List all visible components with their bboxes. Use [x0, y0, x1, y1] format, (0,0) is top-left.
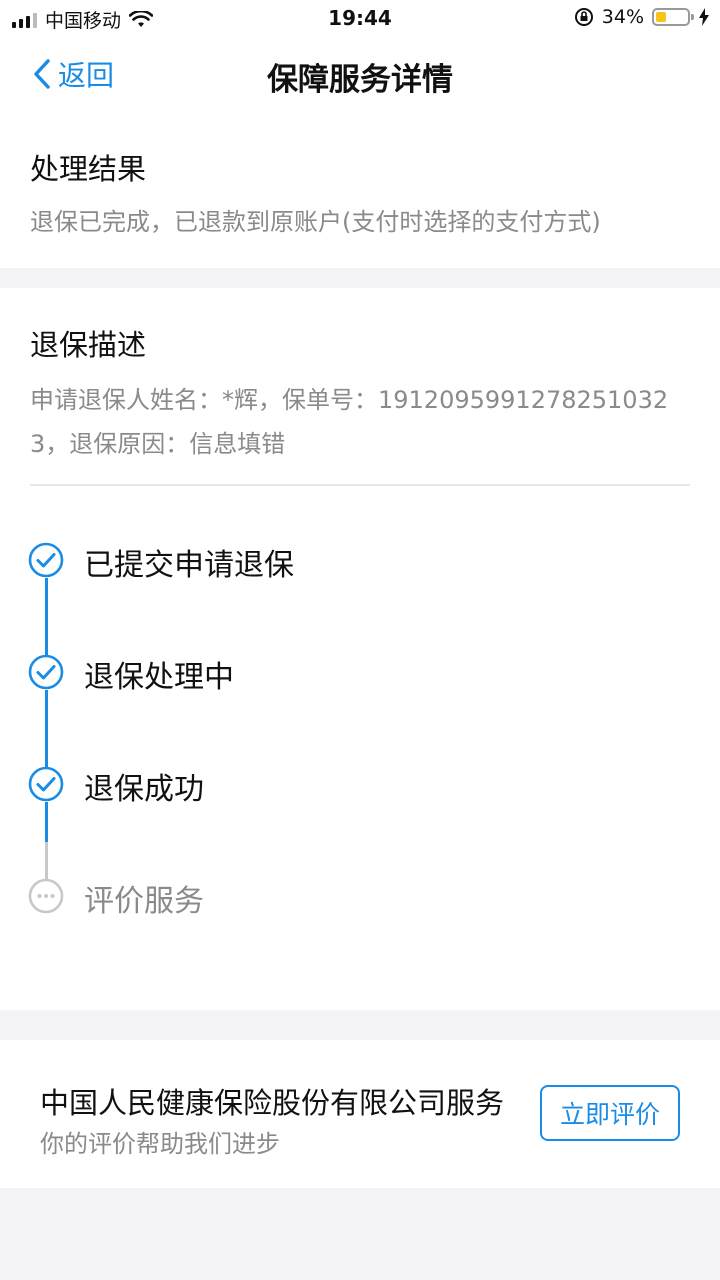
battery-icon: [652, 8, 694, 26]
charging-icon: [699, 8, 709, 26]
battery-percent: 34%: [601, 6, 644, 28]
status-right: 34%: [574, 6, 710, 28]
result-text: 退保已完成，已退款到原账户(支付时选择的支付方式): [30, 208, 601, 236]
rating-subtitle: 你的评价帮助我们进步: [40, 1130, 280, 1158]
step-label: 评价服务: [84, 884, 204, 919]
company-name: 中国人民健康保险股份有限公司服务: [40, 1086, 505, 1120]
divider: [30, 484, 690, 486]
page-title: 保障服务详情: [267, 62, 453, 98]
check-circle-icon: [28, 654, 64, 690]
more-circle-icon: [28, 878, 64, 914]
step-label: 已提交申请退保: [84, 548, 294, 583]
progress-line: [45, 690, 48, 778]
progress-line: [45, 802, 48, 842]
progress-line-pending: [45, 842, 48, 880]
description-card: 退保描述 申请退保人姓名：*辉，保单号：19120959912782510323…: [0, 288, 720, 1010]
description-text: 申请退保人姓名：*辉，保单号：19120959912782510323，退保原因…: [30, 386, 669, 458]
result-title: 处理结果: [30, 152, 147, 186]
check-circle-icon: [28, 542, 64, 578]
step-label: 退保成功: [84, 772, 204, 807]
status-bar: 中国移动 19:44 34%: [0, 0, 720, 40]
progress-line: [45, 578, 48, 666]
rate-now-button[interactable]: 立即评价: [540, 1085, 680, 1141]
step-label: 退保处理中: [84, 660, 234, 695]
result-card: 处理结果 退保已完成，已退款到原账户(支付时选择的支付方式): [0, 108, 720, 268]
nav-bar: 返回 保障服务详情: [0, 40, 720, 108]
rotation-lock-icon: [574, 8, 593, 26]
description-title: 退保描述: [30, 328, 147, 362]
check-circle-icon: [28, 766, 64, 802]
rating-card: 中国人民健康保险股份有限公司服务 你的评价帮助我们进步 立即评价: [0, 1040, 720, 1188]
